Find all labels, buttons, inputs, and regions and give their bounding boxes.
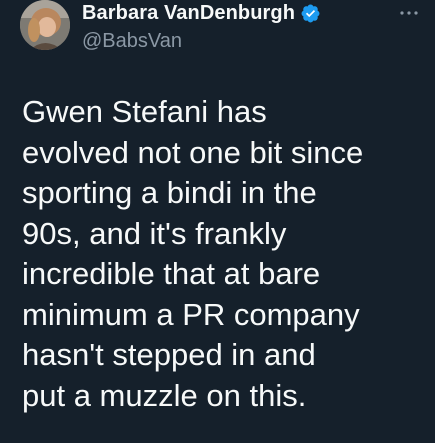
tweet-text-line: sporting a bindi in the	[22, 175, 317, 210]
avatar-photo	[20, 0, 70, 50]
author-name-row[interactable]: Barbara VanDenburgh	[82, 0, 321, 26]
more-horizontal-icon[interactable]	[396, 6, 422, 20]
verified-badge-icon	[300, 3, 321, 24]
tweet: Barbara VanDenburgh @BabsVan Gwen Stefan…	[0, 0, 435, 443]
author-display-name[interactable]: Barbara VanDenburgh	[82, 2, 295, 25]
tweet-text: Gwen Stefani has evolved not one bit sin…	[22, 92, 432, 416]
author-handle[interactable]: @BabsVan	[82, 30, 182, 53]
tweet-text-line: Gwen Stefani has	[22, 94, 267, 129]
author-avatar[interactable]	[20, 0, 70, 50]
tweet-text-line: evolved not one bit since	[22, 134, 364, 170]
tweet-text-line: hasn't stepped in and	[22, 337, 316, 372]
tweet-text-line: 90s, and it's frankly	[22, 215, 287, 251]
tweet-text-line: put a muzzle on this.	[22, 377, 307, 413]
tweet-text-line: incredible that at bare	[22, 256, 321, 291]
tweet-text-line: minimum a PR company	[22, 296, 360, 332]
